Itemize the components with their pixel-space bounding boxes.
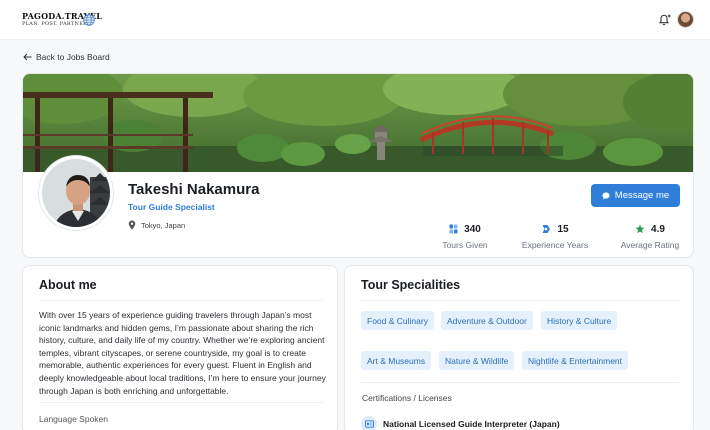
back-link-label: Back to Jobs Board: [36, 52, 110, 62]
specialities-panel: Tour Specialities Food & Culinary Advent…: [344, 265, 694, 430]
user-avatar[interactable]: [677, 11, 694, 28]
globe-icon: [83, 14, 95, 26]
about-divider-2: [39, 402, 323, 403]
stat-experience-label: Experience Years: [521, 240, 589, 250]
tag-food-culinary[interactable]: Food & Culinary: [361, 311, 434, 330]
banner-image: [23, 74, 693, 172]
about-text: With over 15 years of experience guiding…: [39, 310, 326, 396]
tag-history-culture[interactable]: History & Culture: [541, 311, 618, 330]
specialities-title: Tour Specialities: [361, 278, 461, 292]
profile-location: Tokyo, Japan: [128, 220, 185, 230]
stat-rating: 4.9 Average Rating: [615, 222, 685, 251]
location-pin-icon: [128, 220, 136, 230]
stat-experience: 15 Experience Years: [515, 222, 595, 251]
stat-rating-value: 4.9: [651, 223, 665, 235]
profile-card: Takeshi Nakamura Tour Guide Specialist T…: [22, 73, 694, 258]
specialities-divider: [361, 300, 679, 301]
logo[interactable]: PAGODA.TRAVEL PLAN. POST. PARTNER: [22, 12, 102, 28]
chat-icon: [602, 192, 610, 199]
stat-tours-label: Tours Given: [442, 240, 488, 250]
certificate-icon: [361, 416, 377, 430]
star-icon: [635, 224, 645, 234]
profile-photo: [42, 159, 110, 227]
about-divider: [39, 300, 323, 301]
stat-experience-value: 15: [557, 223, 569, 235]
tag-nature-wildlife[interactable]: Nature & Wildlife: [439, 351, 515, 370]
profile-name: Takeshi Nakamura: [128, 181, 260, 198]
bell-icon[interactable]: [658, 13, 672, 27]
certification-name: National Licensed Guide Interpreter (Jap…: [383, 419, 560, 429]
arrow-left-icon: [23, 53, 32, 61]
stat-tours-value: 340: [464, 223, 481, 235]
languages-label: Language Spoken: [39, 414, 109, 424]
about-title: About me: [39, 278, 97, 292]
tours-icon: [449, 224, 458, 234]
back-link[interactable]: Back to Jobs Board: [23, 52, 110, 62]
specialities-divider-2: [361, 382, 679, 383]
message-button[interactable]: Message me: [591, 184, 680, 207]
message-button-label: Message me: [614, 190, 670, 201]
top-bar: PAGODA.TRAVEL PLAN. POST. PARTNER: [0, 0, 710, 40]
tag-nightlife-entertainment[interactable]: Nightlife & Entertainment: [522, 351, 629, 370]
badge-icon: [542, 225, 551, 233]
tag-art-museums[interactable]: Art & Museums: [361, 351, 432, 370]
profile-role: Tour Guide Specialist: [128, 202, 215, 212]
certifications-label: Certifications / Licenses: [362, 393, 452, 403]
stat-tours: 340 Tours Given: [430, 222, 500, 251]
location-text: Tokyo, Japan: [141, 220, 186, 230]
about-panel: About me With over 15 years of experienc…: [22, 265, 338, 430]
tag-adventure-outdoor[interactable]: Adventure & Outdoor: [441, 311, 533, 330]
profile-avatar: [39, 156, 113, 230]
stat-rating-label: Average Rating: [620, 240, 680, 250]
